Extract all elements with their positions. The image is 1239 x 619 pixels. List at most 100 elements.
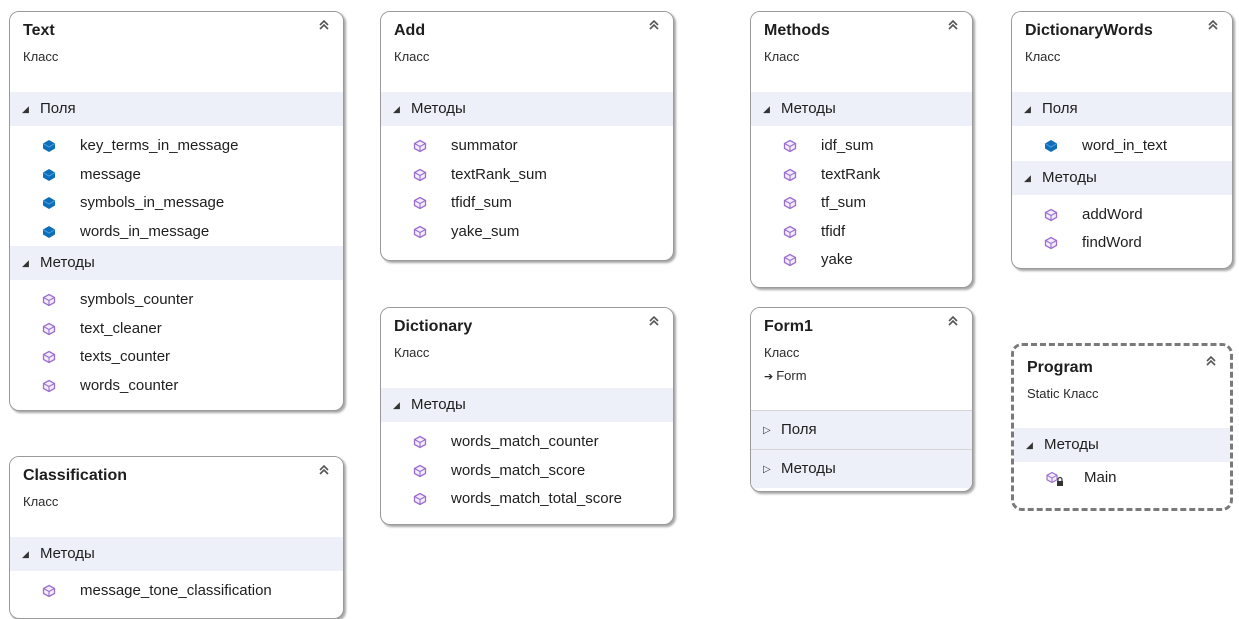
section-methods[interactable]: ◢ Методы — [10, 537, 343, 571]
collapsed-triangle-icon[interactable]: ▷ — [763, 412, 781, 450]
collapse-chevron-icon[interactable] — [946, 18, 960, 32]
section-fields[interactable]: ◢ Поля — [10, 92, 343, 126]
method-row[interactable]: tfidf_sum — [381, 189, 673, 218]
expanded-triangle-icon[interactable]: ◢ — [393, 388, 411, 422]
section-label: Методы — [40, 254, 95, 271]
class-shape-text[interactable]: Text Класс ◢ Поля key_terms_in_message me… — [9, 11, 344, 411]
section-methods[interactable]: ▷ Методы — [751, 450, 972, 488]
method-row[interactable]: textRank — [751, 161, 972, 190]
class-name: Methods — [764, 22, 830, 39]
expanded-triangle-icon[interactable]: ◢ — [22, 537, 40, 571]
method-name: idf_sum — [821, 137, 874, 154]
method-icon — [413, 139, 427, 153]
section-methods[interactable]: ◢ Методы — [10, 246, 343, 280]
expanded-triangle-icon[interactable]: ◢ — [1024, 161, 1042, 195]
method-row[interactable]: idf_sum — [751, 132, 972, 161]
collapse-chevron-icon[interactable] — [647, 18, 661, 32]
base-class: ➔ Form — [764, 368, 807, 383]
collapse-chevron-icon[interactable] — [317, 18, 331, 32]
class-header[interactable]: Dictionary Класс — [381, 308, 673, 388]
field-row[interactable]: key_terms_in_message — [10, 132, 343, 161]
method-row[interactable]: yake — [751, 246, 972, 275]
method-row[interactable]: yake_sum — [381, 218, 673, 247]
method-row[interactable]: tf_sum — [751, 189, 972, 218]
collapse-chevron-icon[interactable] — [1206, 18, 1220, 32]
section-label: Поля — [781, 421, 817, 438]
class-header[interactable]: Classification Класс — [10, 457, 343, 537]
class-header[interactable]: Methods Класс — [751, 12, 972, 92]
class-header[interactable]: Form1 Класс ➔ Form — [751, 308, 972, 410]
field-row[interactable]: word_in_text — [1012, 132, 1232, 161]
field-icon — [42, 196, 56, 210]
expanded-triangle-icon[interactable]: ◢ — [1024, 92, 1042, 126]
method-name: message_tone_classification — [80, 582, 272, 599]
field-name: words_in_message — [80, 222, 210, 240]
method-row[interactable]: findWord — [1012, 229, 1232, 258]
method-row[interactable]: Main — [1014, 464, 1230, 493]
collapse-chevron-icon[interactable] — [647, 314, 661, 328]
section-methods[interactable]: ◢ Методы — [751, 92, 972, 126]
expanded-triangle-icon[interactable]: ◢ — [1026, 428, 1044, 462]
class-stereotype: Класс — [23, 49, 59, 64]
method-row[interactable]: texts_counter — [10, 343, 343, 372]
method-row[interactable]: message_tone_classification — [10, 577, 343, 606]
section-fields[interactable]: ◢ Поля — [1012, 92, 1232, 126]
class-shape-program[interactable]: Program Static Класс ◢ Методы Main — [1011, 343, 1233, 511]
method-name: words_match_total_score — [451, 490, 622, 507]
class-header[interactable]: Program Static Класс — [1014, 346, 1230, 428]
section-methods[interactable]: ◢ Методы — [1014, 428, 1230, 462]
class-shape-dictionarywords[interactable]: DictionaryWords Класс ◢ Поля word_in_text… — [1011, 11, 1233, 269]
class-shape-dictionary[interactable]: Dictionary Класс ◢ Методы words_match_cou… — [380, 307, 674, 525]
method-name: textRank_sum — [451, 165, 547, 183]
expanded-triangle-icon[interactable]: ◢ — [393, 92, 411, 126]
class-name: Classification — [23, 467, 128, 484]
section-fields[interactable]: ▷ Поля — [751, 411, 972, 449]
collapse-chevron-icon[interactable] — [1204, 354, 1218, 368]
method-row[interactable]: words_match_counter — [381, 428, 673, 457]
class-header[interactable]: Text Класс — [10, 12, 343, 92]
method-row[interactable]: tfidf — [751, 218, 972, 247]
section-label: Методы — [40, 545, 95, 562]
method-name: tfidf — [821, 222, 846, 240]
section-methods[interactable]: ◢ Методы — [381, 92, 673, 126]
section-methods[interactable]: ◢ Методы — [381, 388, 673, 422]
class-header[interactable]: DictionaryWords Класс — [1012, 12, 1232, 92]
collapse-chevron-icon[interactable] — [317, 463, 331, 477]
collapse-chevron-icon[interactable] — [946, 314, 960, 328]
section-label: Методы — [781, 460, 836, 477]
expanded-triangle-icon[interactable]: ◢ — [22, 246, 40, 280]
class-shape-methods[interactable]: Methods Класс ◢ Методы idf_sum textRank t… — [750, 11, 973, 288]
field-row[interactable]: symbols_in_message — [10, 189, 343, 218]
method-name: words_counter — [80, 376, 179, 394]
class-stereotype: Класс — [764, 345, 800, 360]
method-icon — [42, 293, 56, 307]
method-row[interactable]: words_match_score — [381, 457, 673, 486]
private-method-icon — [1046, 471, 1064, 486]
method-icon — [783, 253, 797, 267]
method-row[interactable]: words_counter — [10, 372, 343, 401]
field-name: symbols_in_message — [80, 194, 225, 211]
field-row[interactable]: message — [10, 161, 343, 190]
class-name: DictionaryWords — [1025, 22, 1153, 39]
method-row[interactable]: addWord — [1012, 201, 1232, 230]
method-row[interactable]: symbols_counter — [10, 286, 343, 315]
method-row[interactable]: words_match_total_score — [381, 485, 673, 514]
method-icon — [783, 225, 797, 239]
section-methods[interactable]: ◢ Методы — [1012, 160, 1232, 195]
expanded-triangle-icon[interactable]: ◢ — [22, 92, 40, 126]
class-shape-add[interactable]: Add Класс ◢ Методы summator textRank_sum … — [380, 11, 674, 261]
class-shape-classification[interactable]: Classification Класс ◢ Методы message_ton… — [9, 456, 344, 619]
field-name: key_terms_in_message — [80, 137, 239, 154]
method-row[interactable]: textRank_sum — [381, 161, 673, 190]
class-shape-form1[interactable]: Form1 Класс ➔ Form ▷ Поля ▷ Методы — [750, 307, 973, 492]
method-row[interactable]: text_cleaner — [10, 315, 343, 344]
expanded-triangle-icon[interactable]: ◢ — [763, 92, 781, 126]
method-name: Main — [1084, 469, 1117, 486]
method-icon — [413, 168, 427, 182]
method-icon — [413, 492, 427, 506]
field-icon — [42, 225, 56, 239]
field-row[interactable]: words_in_message — [10, 218, 343, 247]
method-row[interactable]: summator — [381, 132, 673, 161]
class-header[interactable]: Add Класс — [381, 12, 673, 92]
collapsed-triangle-icon[interactable]: ▷ — [763, 451, 781, 489]
